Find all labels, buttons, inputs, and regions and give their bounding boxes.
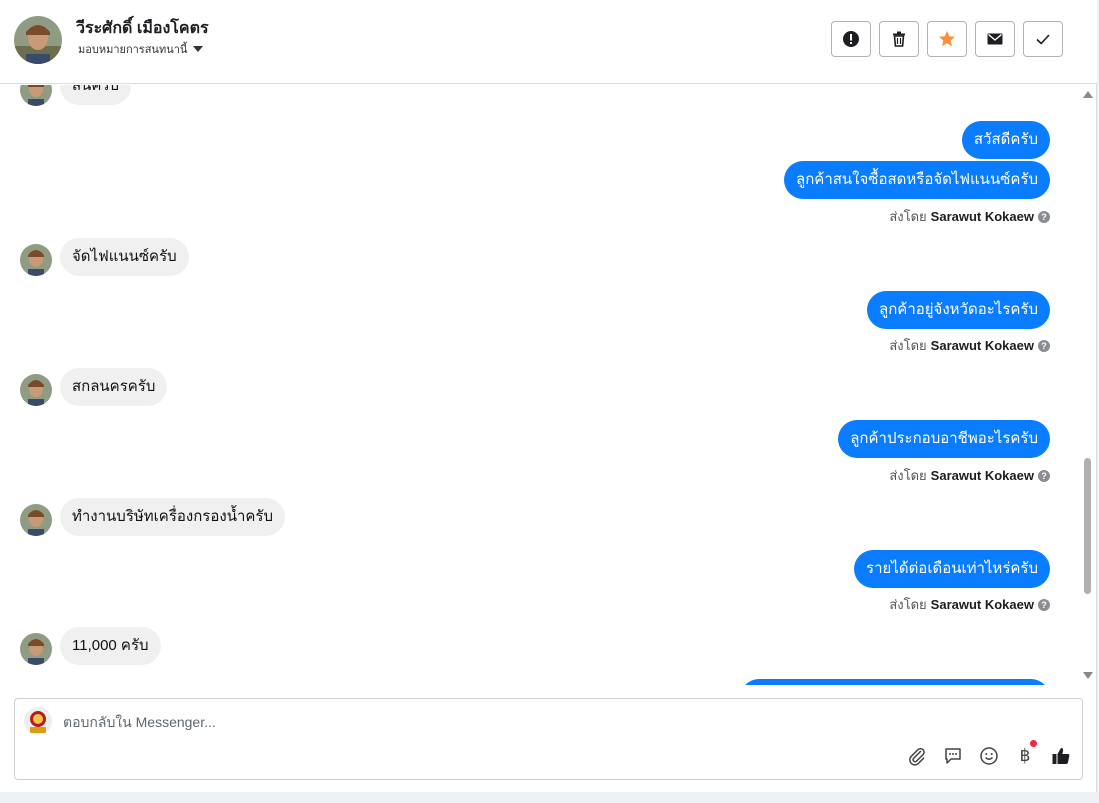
contact-avatar[interactable] bbox=[14, 16, 62, 64]
outgoing-message[interactable]: ลูกค้าประกอบอาชีพอะไรครับ bbox=[838, 420, 1050, 458]
thread-scrollbar[interactable] bbox=[1080, 85, 1096, 685]
sent-by-prefix: ส่งโดย bbox=[889, 338, 927, 353]
outgoing-message[interactable]: ลูกค้าสนใจซื้อสดหรือจัดไฟแนนซ์ครับ bbox=[784, 161, 1050, 199]
sent-by-agent: Sarawut Kokaew bbox=[930, 597, 1034, 612]
delete-button[interactable] bbox=[879, 21, 919, 57]
contact-avatar-small bbox=[20, 633, 52, 665]
scroll-down-arrow-icon[interactable] bbox=[1083, 672, 1093, 679]
sent-by-agent: Sarawut Kokaew bbox=[930, 209, 1034, 224]
help-icon[interactable]: ? bbox=[1038, 210, 1050, 223]
paperclip-icon bbox=[909, 747, 925, 766]
like-button[interactable] bbox=[1050, 745, 1072, 767]
scroll-up-arrow-icon[interactable] bbox=[1083, 91, 1093, 98]
sent-by-label: ส่งโดย Sarawut Kokaew ? bbox=[889, 594, 1050, 615]
emoji-button[interactable] bbox=[978, 745, 1000, 767]
saved-reply-button[interactable] bbox=[942, 745, 964, 767]
conversation-toolbar bbox=[831, 21, 1063, 57]
sent-by-label: ส่งโดย Sarawut Kokaew ? bbox=[889, 335, 1050, 356]
mark-unread-button[interactable] bbox=[975, 21, 1015, 57]
inbox-conversation-panel: วีระศักดิ์ เมืองโคตร มอบหมายการสนทนานี้ bbox=[0, 0, 1097, 792]
smiley-icon bbox=[980, 747, 998, 765]
envelope-icon bbox=[987, 33, 1003, 45]
sent-by-prefix: ส่งโดย bbox=[889, 209, 927, 224]
sent-by-label: ส่งโดย Sarawut Kokaew ? bbox=[889, 465, 1050, 486]
outgoing-message[interactable]: รายได้ต่อเดือนเท่าไหร่ครับ bbox=[854, 550, 1050, 588]
conversation-header: วีระศักดิ์ เมืองโคตร มอบหมายการสนทนานี้ bbox=[0, 0, 1097, 84]
sent-by-prefix: ส่งโดย bbox=[889, 597, 927, 612]
outgoing-message-partial[interactable] bbox=[740, 679, 1050, 685]
contact-name[interactable]: วีระศักดิ์ เมืองโคตร bbox=[76, 16, 209, 41]
chevron-down-icon bbox=[193, 46, 204, 52]
scrollbar-thumb[interactable] bbox=[1084, 458, 1091, 594]
sent-by-label: ส่งโดย Sarawut Kokaew ? bbox=[889, 206, 1050, 227]
baht-icon: ฿ bbox=[1019, 746, 1031, 766]
thumbs-up-icon bbox=[1052, 748, 1070, 764]
chat-bubble-icon bbox=[945, 748, 961, 764]
outgoing-message[interactable]: สวัสดีครับ bbox=[961, 121, 1050, 159]
help-icon[interactable]: ? bbox=[1038, 469, 1050, 482]
incoming-message[interactable]: จัดไฟแนนซ์ครับ bbox=[60, 238, 189, 276]
sent-by-agent: Sarawut Kokaew bbox=[930, 468, 1034, 483]
sent-by-prefix: ส่งโดย bbox=[889, 468, 927, 483]
star-icon bbox=[939, 31, 955, 47]
outgoing-message[interactable]: ลูกค้าอยู่จังหวัดอะไรครับ bbox=[867, 291, 1050, 329]
assign-conversation-dropdown[interactable]: มอบหมายการสนทนานี้ bbox=[78, 40, 204, 58]
message-thread[interactable]: สนครับ สวัสดีครับ ลูกค้าสนใจซื้อสดหรือจั… bbox=[0, 85, 1080, 685]
contact-avatar-small bbox=[20, 504, 52, 536]
help-icon[interactable]: ? bbox=[1038, 598, 1050, 611]
attachment-button[interactable] bbox=[906, 745, 928, 767]
reply-composer: ฿ bbox=[14, 698, 1083, 780]
contact-avatar-small bbox=[20, 85, 52, 106]
help-icon[interactable]: ? bbox=[1038, 339, 1050, 352]
trash-icon bbox=[893, 31, 905, 47]
contact-avatar-small bbox=[20, 374, 52, 406]
mark-spam-button[interactable] bbox=[831, 21, 871, 57]
alert-icon bbox=[843, 31, 859, 47]
star-button[interactable] bbox=[927, 21, 967, 57]
composer-actions: ฿ bbox=[906, 740, 1072, 767]
reply-input[interactable] bbox=[63, 711, 863, 733]
page-avatar bbox=[24, 707, 52, 735]
payment-button[interactable]: ฿ bbox=[1014, 740, 1037, 767]
contact-avatar-small bbox=[20, 244, 52, 276]
mark-done-button[interactable] bbox=[1023, 21, 1063, 57]
incoming-message[interactable]: ทำงานบริษัทเครื่องกรองน้ำครับ bbox=[60, 498, 285, 536]
incoming-message[interactable]: 11,000 ครับ bbox=[60, 627, 161, 665]
sent-by-agent: Sarawut Kokaew bbox=[930, 338, 1034, 353]
notification-dot bbox=[1030, 740, 1037, 747]
incoming-message[interactable]: สนครับ bbox=[60, 85, 132, 105]
assign-label: มอบหมายการสนทนานี้ bbox=[78, 44, 188, 56]
checkmark-icon bbox=[1036, 34, 1050, 45]
incoming-message[interactable]: สกลนครครับ bbox=[60, 368, 168, 406]
